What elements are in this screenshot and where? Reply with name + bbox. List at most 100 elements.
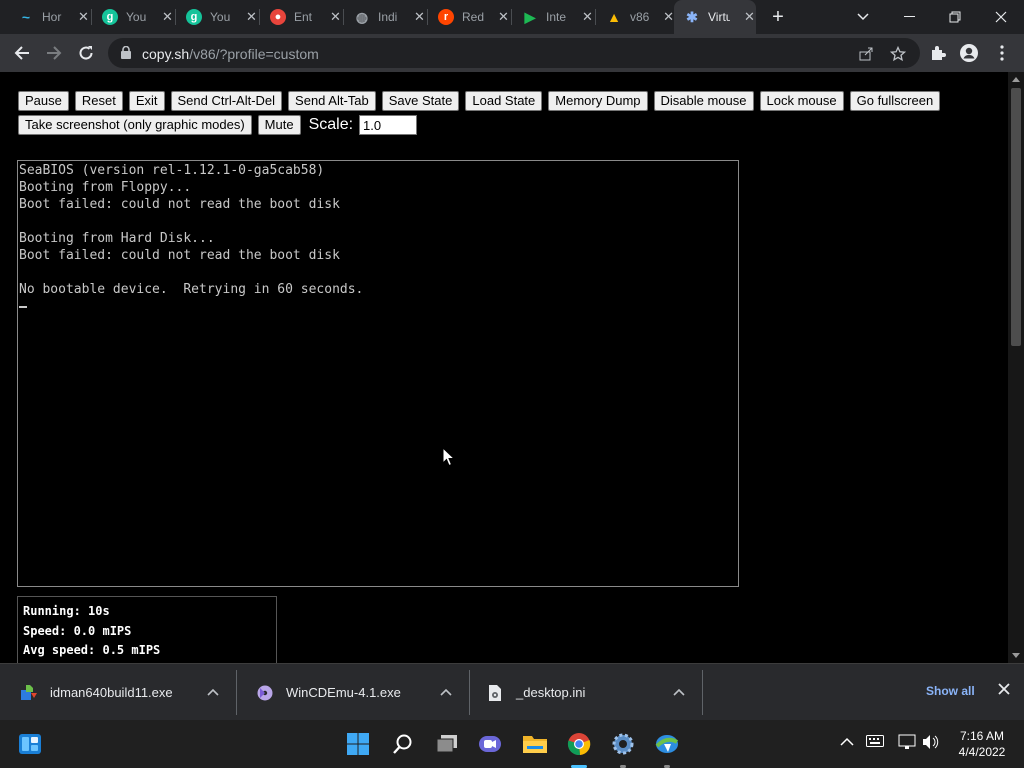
close-shelf-icon[interactable] bbox=[998, 682, 1010, 700]
tab-title: Hor bbox=[42, 10, 62, 24]
address-bar[interactable]: copy.sh/v86/?profile=custom bbox=[108, 38, 920, 68]
minimize-window-button[interactable] bbox=[886, 0, 932, 34]
browser-menu-kebab-icon[interactable] bbox=[991, 42, 1013, 64]
download-file-name: idman640build11.exe bbox=[50, 685, 173, 700]
windows-start-icon[interactable] bbox=[342, 728, 374, 760]
share-icon[interactable] bbox=[856, 44, 876, 64]
restore-window-button[interactable] bbox=[932, 0, 978, 34]
browser-tab[interactable]: ▲ v86 ✕ bbox=[596, 0, 674, 34]
task-view-icon[interactable] bbox=[431, 728, 463, 760]
grammarly-g-icon: g bbox=[186, 9, 202, 25]
console-line: No bootable device. Retrying in 60 secon… bbox=[19, 282, 364, 297]
browser-tab[interactable]: ~ Hor ✕ bbox=[8, 0, 92, 34]
browser-tab[interactable]: ▶ Inte ✕ bbox=[512, 0, 596, 34]
tab-strip: ~ Hor ✕ g You ✕ g You ✕ ● Ent ✕ ◍ Indi ✕ r Red ✕ ▶ Inte ✕ ▲ v8… bbox=[0, 0, 1024, 34]
close-window-button[interactable] bbox=[978, 0, 1024, 34]
download-file-name: WinCDEmu-4.1.exe bbox=[286, 685, 401, 700]
mute-button[interactable]: Mute bbox=[257, 115, 301, 135]
grammarly-g-icon: g bbox=[102, 9, 118, 25]
download-item[interactable]: _desktop.ini bbox=[466, 664, 702, 721]
chevron-up-icon[interactable] bbox=[439, 685, 453, 699]
browser-tab[interactable]: ✱ Virtu ✕ bbox=[674, 0, 756, 34]
file-explorer-icon[interactable] bbox=[519, 728, 551, 760]
close-tab-icon[interactable]: ✕ bbox=[162, 9, 173, 25]
volume-icon[interactable] bbox=[922, 734, 940, 753]
lock-mouse-button[interactable]: Lock mouse bbox=[759, 91, 844, 111]
runtime-stats-panel: Running: 10s Speed: 0.0 mIPS Avg speed: 0.… bbox=[17, 596, 277, 663]
emulator-screen[interactable]: SeaBIOS (version rel-1.12.1-0-ga5cab58) B… bbox=[17, 160, 739, 587]
save-state-button[interactable]: Save State bbox=[381, 91, 460, 111]
widgets-icon[interactable] bbox=[14, 728, 46, 760]
download-file-name: _desktop.ini bbox=[516, 685, 586, 700]
console-text: SeaBIOS (version rel-1.12.1-0-ga5cab58) B… bbox=[19, 162, 363, 315]
disable-mouse-button[interactable]: Disable mouse bbox=[653, 91, 754, 111]
tab-title: v86 bbox=[630, 10, 650, 24]
scrollbar-thumb[interactable] bbox=[1011, 88, 1021, 346]
scale-input[interactable] bbox=[359, 115, 418, 135]
search-icon[interactable] bbox=[387, 728, 419, 760]
clock-time: 7:16 AM bbox=[959, 729, 1005, 743]
close-tab-icon[interactable]: ✕ bbox=[744, 9, 755, 25]
console-line: Booting from Floppy... bbox=[19, 180, 192, 195]
close-tab-icon[interactable]: ✕ bbox=[330, 9, 341, 25]
close-tab-icon[interactable]: ✕ bbox=[582, 9, 593, 25]
bookmark-star-icon[interactable] bbox=[888, 44, 908, 64]
send-alt-tab-button[interactable]: Send Alt-Tab bbox=[288, 91, 376, 111]
reload-button[interactable] bbox=[73, 40, 99, 66]
browser-tab[interactable]: r Red ✕ bbox=[428, 0, 512, 34]
download-manager-icon[interactable] bbox=[651, 728, 683, 760]
extensions-puzzle-icon[interactable] bbox=[927, 42, 949, 64]
memory-dump-button[interactable]: Memory Dump bbox=[548, 91, 648, 111]
close-tab-icon[interactable]: ✕ bbox=[78, 9, 89, 25]
page-scrollbar[interactable] bbox=[1008, 72, 1024, 663]
show-all-downloads-link[interactable]: Show all bbox=[926, 684, 975, 698]
download-item[interactable]: WinCDEmu-4.1.exe bbox=[236, 664, 469, 721]
browser-tab[interactable]: g You ✕ bbox=[176, 0, 260, 34]
console-line: Boot failed: could not read the boot dis… bbox=[19, 248, 340, 263]
chevron-up-icon[interactable] bbox=[672, 685, 686, 699]
scroll-up-arrow-icon[interactable] bbox=[1012, 77, 1020, 82]
lock-icon[interactable] bbox=[120, 46, 132, 59]
close-tab-icon[interactable]: ✕ bbox=[246, 9, 257, 25]
taskbar-clock[interactable]: 7:16 AM 4/4/2022 bbox=[952, 728, 1012, 760]
close-tab-icon[interactable]: ✕ bbox=[498, 9, 509, 25]
scale-label: Scale: bbox=[308, 116, 354, 133]
globe-icon: ◍ bbox=[355, 8, 369, 25]
browser-tab[interactable]: ◍ Indi ✕ bbox=[344, 0, 428, 34]
tray-overflow-chevron-icon[interactable] bbox=[840, 734, 854, 750]
back-button[interactable] bbox=[9, 40, 35, 66]
chevron-up-icon[interactable] bbox=[206, 685, 220, 699]
take-screenshot-button[interactable]: Take screenshot (only graphic modes) bbox=[18, 115, 252, 135]
close-tab-icon[interactable]: ✕ bbox=[414, 9, 425, 25]
tab-title: You bbox=[210, 10, 231, 24]
close-tab-icon[interactable]: ✕ bbox=[663, 9, 674, 25]
keyboard-icon[interactable] bbox=[866, 734, 884, 750]
teams-chat-icon[interactable] bbox=[474, 728, 506, 760]
control-buttons-row-1: Pause Reset Exit Send Ctrl-Alt-Del Send Alt-… bbox=[18, 91, 946, 111]
pause-button[interactable]: Pause bbox=[18, 91, 69, 111]
profile-avatar-icon[interactable] bbox=[958, 42, 980, 64]
scroll-down-arrow-icon[interactable] bbox=[1012, 653, 1020, 658]
chrome-icon[interactable] bbox=[563, 728, 595, 760]
control-buttons-row-2: Take screenshot (only graphic modes) Mute… bbox=[18, 115, 418, 135]
reset-button[interactable]: Reset bbox=[74, 91, 123, 111]
send-ctrl-alt-del-button[interactable]: Send Ctrl-Alt-Del bbox=[170, 91, 283, 111]
download-item[interactable]: idman640build11.exe bbox=[0, 664, 236, 721]
forward-button[interactable] bbox=[41, 40, 67, 66]
settings-gear-icon[interactable] bbox=[607, 728, 639, 760]
load-state-button[interactable]: Load State bbox=[465, 91, 543, 111]
browser-tab[interactable]: ● Ent ✕ bbox=[260, 0, 344, 34]
browser-toolbar: copy.sh/v86/?profile=custom bbox=[0, 34, 1024, 72]
go-fullscreen-button[interactable]: Go fullscreen bbox=[849, 91, 941, 111]
network-icon[interactable] bbox=[898, 734, 916, 753]
exit-button[interactable]: Exit bbox=[128, 91, 165, 111]
url-text[interactable]: copy.sh/v86/?profile=custom bbox=[142, 46, 319, 62]
v86-page: Pause Reset Exit Send Ctrl-Alt-Del Send Alt-… bbox=[0, 72, 1008, 663]
browser-tab[interactable]: g You ✕ bbox=[92, 0, 176, 34]
colorful-logo-icon: ● bbox=[270, 9, 286, 25]
tab-title: Red bbox=[462, 10, 484, 24]
tab-search-icon[interactable] bbox=[840, 0, 886, 34]
console-line: Boot failed: could not read the boot dis… bbox=[19, 197, 340, 212]
new-tab-button[interactable]: + bbox=[766, 4, 790, 30]
